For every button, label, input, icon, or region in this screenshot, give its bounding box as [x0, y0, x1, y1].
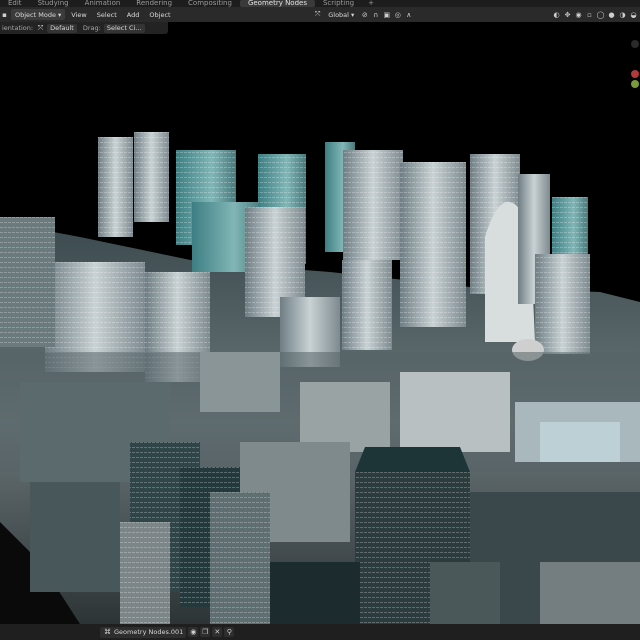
object-mode-label: Object Mode — [15, 10, 56, 19]
gizmo-toggle-icon[interactable]: ✥ — [563, 10, 572, 19]
workspace-tab-rendering[interactable]: Rendering — [128, 0, 180, 7]
shading-material-icon[interactable]: ◑ — [618, 10, 627, 19]
editor-type-icon[interactable]: ▪ — [0, 10, 9, 19]
tool-settings-bar: ientation: ⤧ Default Drag: Select Ci... — [0, 22, 168, 34]
3d-viewport[interactable] — [0, 22, 640, 624]
falloff-icon[interactable]: ∧ — [404, 10, 413, 19]
drag-dropdown[interactable]: Select Ci... — [103, 23, 145, 33]
object-mode-dropdown[interactable]: Object Mode ▾ — [11, 9, 66, 20]
menu-object[interactable]: Object — [145, 9, 174, 20]
proportional-icon[interactable]: ◎ — [393, 10, 402, 19]
workspace-tab-scripting[interactable]: Scripting — [315, 0, 362, 7]
visibility-icon[interactable]: ◐ — [552, 10, 561, 19]
pivot-icon[interactable]: ⊘ — [360, 10, 369, 19]
shading-icon[interactable]: ◒ — [629, 10, 638, 19]
orientation-icon: ⤧ — [37, 23, 44, 32]
add-workspace-button[interactable]: + — [362, 0, 380, 7]
orientation-dropdown[interactable]: Default — [47, 23, 77, 33]
duplicate-icon[interactable]: ❐ — [200, 627, 211, 637]
menu-select[interactable]: Select — [93, 9, 121, 20]
workspace-tab-compositing[interactable]: Compositing — [180, 0, 240, 7]
workspace-tab-edit[interactable]: Edit — [0, 0, 30, 7]
workspace-tabs-bar: Edit Studying Animation Rendering Compos… — [0, 0, 640, 7]
menu-view[interactable]: View — [67, 9, 90, 20]
node-tree-name: Geometry Nodes.001 — [114, 628, 184, 636]
pin-icon[interactable]: ⚲ — [224, 627, 235, 637]
shading-wireframe-icon[interactable]: ◯ — [596, 10, 605, 19]
node-tree-icon: ⌘ — [104, 628, 111, 636]
viewport-header: ▪ Object Mode ▾ View Select Add Object ⤧… — [0, 7, 640, 22]
workspace-tab-animation[interactable]: Animation — [77, 0, 129, 7]
snap-target-icon[interactable]: ▣ — [382, 10, 391, 19]
xray-icon[interactable]: ▫ — [585, 10, 594, 19]
transform-orientation-label: Global — [328, 10, 349, 19]
node-editor-header: ⌘ Geometry Nodes.001 ◉ ❐ ✕ ⚲ — [0, 624, 640, 640]
transform-orientation-icon: ⤧ — [314, 10, 321, 18]
fake-user-icon[interactable]: ◉ — [188, 627, 199, 637]
gizmo-svg — [631, 40, 639, 88]
overlays-icon[interactable]: ◉ — [574, 10, 583, 19]
node-tree-selector[interactable]: ⌘ Geometry Nodes.001 — [100, 626, 187, 638]
transform-orientation-dropdown[interactable]: Global ▾ — [324, 9, 358, 20]
city-scene — [0, 22, 640, 624]
orientation-label: ientation: — [2, 24, 34, 32]
navigation-gizmo[interactable] — [626, 38, 640, 98]
workspace-tab-studying[interactable]: Studying — [30, 0, 77, 7]
menu-add[interactable]: Add — [123, 9, 144, 20]
magnet-icon[interactable]: ∩ — [371, 10, 380, 19]
shading-solid-icon[interactable]: ● — [607, 10, 616, 19]
close-icon[interactable]: ✕ — [212, 627, 223, 637]
drag-label: Drag: — [82, 24, 101, 32]
workspace-tab-geometry-nodes[interactable]: Geometry Nodes — [239, 0, 315, 7]
